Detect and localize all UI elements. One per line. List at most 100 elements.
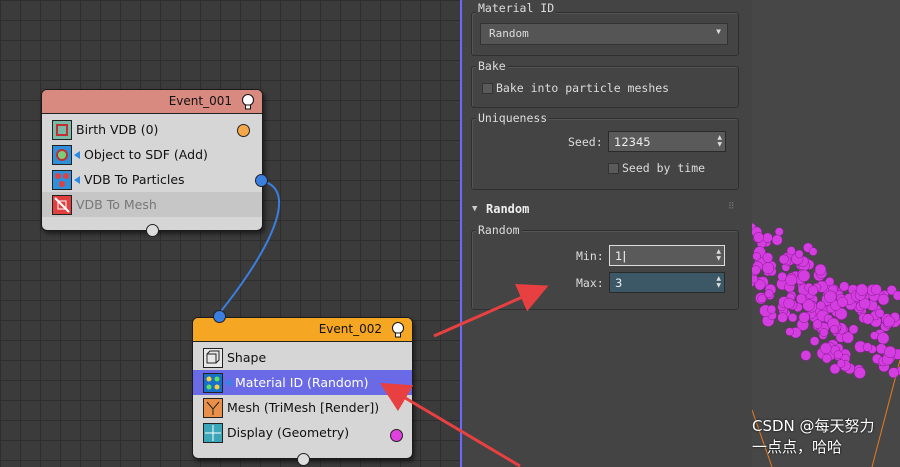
event-001-title: Event_001 xyxy=(168,94,232,108)
particle xyxy=(762,232,773,243)
particle xyxy=(812,319,823,329)
particle xyxy=(757,294,767,304)
spinner-arrows-icon[interactable]: ▲ ▼ xyxy=(717,134,722,148)
vdb-to-particles-icon xyxy=(52,169,72,190)
seed-by-time-label: Seed by time xyxy=(622,161,706,175)
mesh-icon xyxy=(203,397,223,418)
particle xyxy=(777,312,788,323)
properties-panel: Material ID Random ▼ Bake Bake into part… xyxy=(460,0,752,467)
event-001-node[interactable]: Event_001 Birth VDB (0) Object to SDF (A… xyxy=(41,89,268,237)
particle xyxy=(762,252,774,263)
material-id-icon xyxy=(203,372,223,393)
particle xyxy=(870,284,882,295)
particle xyxy=(877,332,890,345)
operator-vdb-to-particles[interactable]: VDB To Particles xyxy=(42,167,262,192)
spinner-arrows-icon[interactable]: ▲ ▼ xyxy=(716,248,721,262)
particle xyxy=(800,350,812,361)
particle xyxy=(785,327,794,336)
material-id-group-label: Material ID xyxy=(476,1,557,15)
shape-icon xyxy=(203,347,223,368)
particle-view-editor[interactable]: Event_001 Birth VDB (0) Object to SDF (A… xyxy=(0,0,460,467)
bake-group: Bake Bake into particle meshes xyxy=(471,59,739,108)
particle xyxy=(798,311,810,323)
particle xyxy=(752,252,761,261)
particle xyxy=(783,297,795,310)
event-001-header[interactable]: Event_001 xyxy=(42,90,262,114)
watermark: CSDN @每天努力一点点，哈哈 xyxy=(752,417,875,456)
particle xyxy=(877,293,890,306)
max-value: 3 xyxy=(615,276,623,290)
particle xyxy=(820,342,832,355)
chevron-down-icon: ▼ xyxy=(716,27,721,36)
operator-label: Material ID (Random) xyxy=(235,375,369,390)
particle xyxy=(883,315,895,328)
operator-type-indicator-icon xyxy=(74,175,80,184)
particle xyxy=(833,350,843,360)
particle xyxy=(752,265,761,276)
drag-handle-icon[interactable]: ⠿ xyxy=(728,202,735,212)
particle xyxy=(829,325,839,334)
operator-vdb-to-mesh[interactable]: VDB To Mesh xyxy=(42,192,262,217)
min-spinner[interactable]: 1| ▲ ▼ xyxy=(609,245,725,266)
bake-checkbox-label: Bake into particle meshes xyxy=(496,81,670,95)
event-002-header[interactable]: Event_002 xyxy=(193,318,412,342)
particle xyxy=(771,234,783,246)
particle xyxy=(821,353,832,364)
operator-type-indicator-icon xyxy=(225,378,231,387)
particle xyxy=(808,285,819,296)
operator-label: VDB To Particles xyxy=(84,172,185,187)
event-input-port[interactable] xyxy=(213,310,226,323)
particle xyxy=(778,254,789,265)
particle xyxy=(862,342,873,352)
operator-object-to-sdf[interactable]: Object to SDF (Add) xyxy=(42,142,262,167)
spinner-arrows-icon[interactable]: ▲ ▼ xyxy=(716,275,721,289)
particle xyxy=(809,336,820,346)
particle xyxy=(816,300,826,310)
random-group: Random Min: 1| ▲ ▼ Max: 3 ▲ ▼ xyxy=(471,223,739,310)
operator-birth-vdb[interactable]: Birth VDB (0) xyxy=(42,117,262,142)
particle xyxy=(848,324,859,335)
particle xyxy=(808,247,818,256)
max-spinner[interactable]: 3 ▲ ▼ xyxy=(609,272,725,293)
display-output-port[interactable] xyxy=(390,429,403,442)
seed-value: 12345 xyxy=(614,135,651,149)
operator-display[interactable]: Display (Geometry) xyxy=(193,420,412,445)
3d-viewport[interactable]: CSDN @每天努力一点点，哈哈 xyxy=(752,0,900,467)
particle xyxy=(767,304,777,314)
operator-shape[interactable]: Shape xyxy=(193,345,412,370)
particle xyxy=(762,262,775,275)
material-id-group: Material ID Random ▼ xyxy=(471,1,739,56)
particle xyxy=(794,249,804,259)
collapse-arrow-icon[interactable]: ▼ xyxy=(472,204,477,214)
particle xyxy=(753,232,764,243)
particle xyxy=(855,283,869,296)
vdb-to-mesh-icon xyxy=(52,194,72,215)
event-002-node[interactable]: Event_002 Shape Material ID (Random) Mes… xyxy=(192,310,413,466)
seed-by-time-checkbox[interactable] xyxy=(608,163,619,174)
birth-output-port[interactable] xyxy=(237,124,250,137)
operator-material-id[interactable]: Material ID (Random) xyxy=(193,370,412,395)
operator-mesh[interactable]: Mesh (TriMesh [Render]) xyxy=(193,395,412,420)
lightbulb-icon[interactable] xyxy=(240,93,256,110)
lightbulb-icon[interactable] xyxy=(390,321,406,338)
random-group-label: Random xyxy=(476,223,522,237)
particle xyxy=(764,289,774,299)
bake-checkbox[interactable] xyxy=(482,83,493,94)
particle xyxy=(839,281,850,292)
operator-label: Mesh (TriMesh [Render]) xyxy=(227,400,380,415)
particle xyxy=(884,345,897,358)
particle xyxy=(798,269,811,282)
particle xyxy=(853,366,866,379)
material-id-dropdown[interactable]: Random ▼ xyxy=(480,23,728,45)
event-output-port[interactable] xyxy=(146,224,159,237)
test-output-port[interactable] xyxy=(255,174,268,187)
particle xyxy=(892,290,900,301)
event-output-port[interactable] xyxy=(297,453,310,466)
operator-label: VDB To Mesh xyxy=(76,197,157,212)
object-to-sdf-icon xyxy=(52,144,72,165)
seed-spinner[interactable]: 12345 ▲ ▼ xyxy=(608,131,726,152)
particle xyxy=(837,296,848,308)
particle xyxy=(774,227,784,237)
min-label: Min: xyxy=(576,249,604,263)
random-rollout-title[interactable]: Random xyxy=(486,202,529,216)
